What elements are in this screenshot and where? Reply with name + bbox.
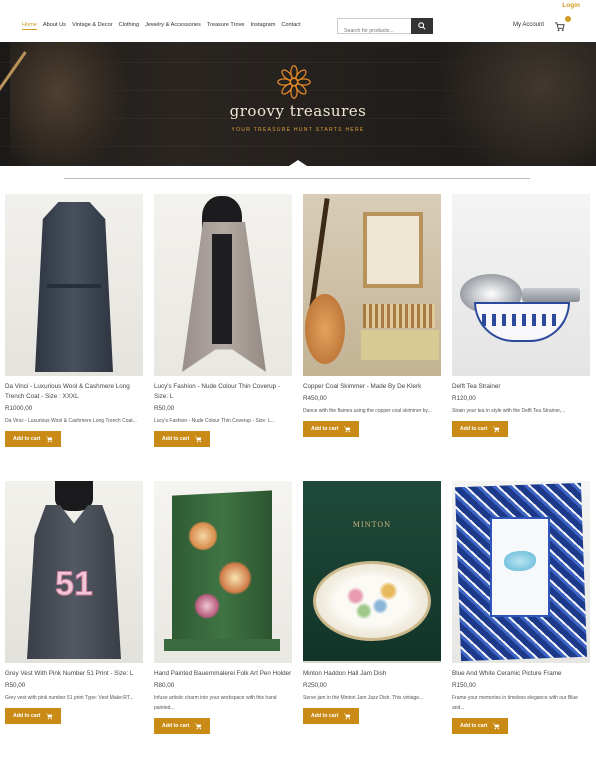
nav-link-jewelry[interactable]: Jewelry & Accessories — [145, 22, 201, 30]
cart-icon — [195, 723, 202, 730]
add-to-cart-label: Add to cart — [460, 723, 488, 729]
product-description: Dance with the flames using the copper c… — [303, 408, 432, 414]
add-to-cart-button[interactable]: Add to cart — [154, 431, 211, 447]
nav-link-about-us[interactable]: About Us — [43, 22, 66, 30]
cart-icon — [46, 713, 53, 720]
nav-links: Home About Us Vintage & Decor Clothing J… — [22, 22, 307, 30]
vest-number-print: 51 — [55, 565, 94, 604]
product-name[interactable]: Lucy's Fashion - Nude Colour Thin Coveru… — [154, 382, 292, 402]
dish-brand-label: MINTON — [352, 521, 392, 529]
product-image-trench-coat[interactable] — [5, 194, 143, 376]
hero-notch — [289, 160, 307, 166]
search-button[interactable] — [411, 18, 433, 34]
add-to-cart-button[interactable]: Add to cart — [303, 708, 360, 724]
top-bar: Login — [0, 0, 596, 12]
cart-icon — [493, 426, 500, 433]
cart-button[interactable] — [554, 16, 571, 33]
product-card: Lucy's Fashion - Nude Colour Thin Coveru… — [154, 194, 292, 447]
add-to-cart-label: Add to cart — [311, 426, 339, 432]
product-card: Delft Tea Strainer R120,00 Strain your t… — [452, 194, 590, 437]
product-image-picture-frame[interactable] — [452, 481, 590, 663]
search-box — [337, 18, 433, 38]
main-nav: Home About Us Vintage & Decor Clothing J… — [0, 12, 596, 42]
product-image-grey-vest[interactable]: 51 — [5, 481, 143, 663]
product-description: Frame your memories in timeless elegance… — [452, 695, 578, 711]
product-price: R120,00 — [452, 395, 476, 402]
product-description: Grey vest with pink number 51 print Type… — [5, 695, 134, 701]
cart-icon — [46, 436, 53, 443]
product-image-coal-skimmer[interactable] — [303, 194, 441, 376]
product-image-pen-holder[interactable] — [154, 481, 292, 663]
flower-logo-icon — [277, 65, 311, 99]
product-name[interactable]: Hand Painted Bauernmalerei Folk Art Pen … — [154, 669, 292, 679]
product-name[interactable]: Blue And White Ceramic Picture Frame — [452, 669, 590, 679]
product-card: Copper Coal Skimmer - Made By De Klerk R… — [303, 194, 441, 437]
nav-link-contact[interactable]: Contact — [281, 22, 300, 30]
product-description: Infuse artistic charm into your workspac… — [154, 695, 277, 711]
product-description: Strain your tea in style with the Delft … — [452, 408, 566, 414]
product-description: Serve jam in the Minton Jam Jazz Dish. T… — [303, 695, 424, 701]
nav-link-vintage-decor[interactable]: Vintage & Decor — [72, 22, 113, 30]
product-description: Da Vinci - Luxurious Wool & Cashmere Lon… — [5, 418, 137, 424]
add-to-cart-button[interactable]: Add to cart — [452, 718, 509, 734]
add-to-cart-label: Add to cart — [162, 723, 190, 729]
add-to-cart-button[interactable]: Add to cart — [154, 718, 211, 734]
nav-link-instagram[interactable]: Instagram — [251, 22, 276, 30]
product-card: 51 Grey Vest With Pink Number 51 Print -… — [5, 481, 143, 724]
add-to-cart-button[interactable]: Add to cart — [303, 421, 360, 437]
add-to-cart-button[interactable]: Add to cart — [5, 431, 62, 447]
add-to-cart-button[interactable]: Add to cart — [5, 708, 62, 724]
product-card: Hand Painted Bauernmalerei Folk Art Pen … — [154, 481, 292, 734]
product-price: R50,00 — [154, 405, 175, 412]
hero-subtitle: YOUR TREASURE HUNT STARTS HERE — [231, 127, 365, 133]
section-divider — [64, 178, 530, 179]
login-link[interactable]: Login — [562, 2, 580, 9]
add-to-cart-label: Add to cart — [13, 436, 41, 442]
product-name[interactable]: Da Vinci - Luxurious Wool & Cashmere Lon… — [5, 382, 143, 402]
cart-icon — [344, 426, 351, 433]
add-to-cart-button[interactable]: Add to cart — [452, 421, 509, 437]
product-price: R450,00 — [303, 395, 327, 402]
add-to-cart-label: Add to cart — [311, 713, 339, 719]
product-name[interactable]: Minton Haddon Hall Jam Dish — [303, 669, 441, 679]
product-image-jam-dish[interactable]: MINTON — [303, 481, 441, 663]
search-input[interactable] — [338, 24, 410, 38]
product-card: MINTON Minton Haddon Hall Jam Dish R250,… — [303, 481, 441, 724]
product-card: Blue And White Ceramic Picture Frame R15… — [452, 481, 590, 734]
hero-title: groovy treasures — [229, 102, 367, 120]
my-account-link[interactable]: My Account — [513, 22, 544, 28]
product-name[interactable]: Copper Coal Skimmer - Made By De Klerk — [303, 382, 441, 392]
add-to-cart-label: Add to cart — [13, 713, 41, 719]
cart-count-badge — [565, 16, 571, 22]
cart-icon — [195, 436, 202, 443]
product-name[interactable]: Delft Tea Strainer — [452, 382, 590, 392]
nav-link-home[interactable]: Home — [22, 22, 37, 30]
cart-icon — [554, 22, 565, 32]
nav-link-treasure-trove[interactable]: Treasure Trove — [207, 22, 245, 30]
product-price: R1000,00 — [5, 405, 33, 412]
add-to-cart-label: Add to cart — [460, 426, 488, 432]
cart-icon — [344, 713, 351, 720]
search-icon — [418, 22, 426, 30]
product-price: R80,00 — [154, 682, 175, 689]
product-description: Lucy's Fashion - Nude Colour Thin Coveru… — [154, 418, 275, 424]
product-card: Da Vinci - Luxurious Wool & Cashmere Lon… — [5, 194, 143, 447]
product-name[interactable]: Grey Vest With Pink Number 51 Print - Si… — [5, 669, 143, 679]
product-price: R250,00 — [303, 682, 327, 689]
cart-icon — [493, 723, 500, 730]
nav-link-clothing[interactable]: Clothing — [119, 22, 140, 30]
product-price: R50,00 — [5, 682, 26, 689]
hero-banner: groovy treasures YOUR TREASURE HUNT STAR… — [0, 42, 596, 166]
product-price: R150,00 — [452, 682, 476, 689]
add-to-cart-label: Add to cart — [162, 436, 190, 442]
product-image-tea-strainer[interactable] — [452, 194, 590, 376]
product-image-coverup[interactable] — [154, 194, 292, 376]
